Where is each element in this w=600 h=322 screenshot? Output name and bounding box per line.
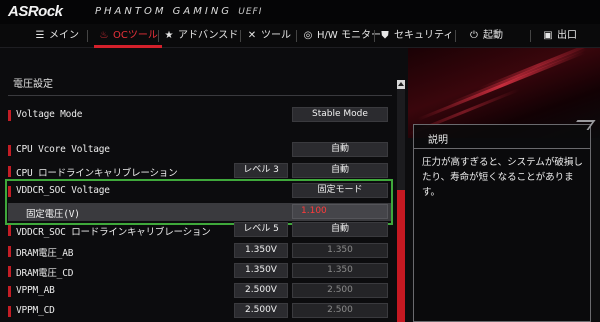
nav-divider <box>455 30 456 42</box>
tab-main[interactable]: ☰ メイン <box>34 24 79 48</box>
setting-row-cpu-vcore[interactable]: CPU Vcore Voltage 自動 <box>8 141 392 159</box>
tab-label: OCツール <box>113 30 158 41</box>
product-name: PHANTOM GAMING UEFI <box>95 6 262 17</box>
tab-label: ツール <box>261 30 291 41</box>
uefi-label: UEFI <box>238 7 263 17</box>
row-marker <box>8 225 11 236</box>
brand-logo: ASRock <box>8 3 63 20</box>
tab-security[interactable]: ⛊ セキュリティ <box>379 24 453 48</box>
shield-icon: ⛊ <box>381 30 389 41</box>
tab-hw-monitor[interactable]: ◎ H/W モニター <box>302 24 381 48</box>
row-marker <box>8 266 11 277</box>
current-value: 1.350V <box>234 243 288 258</box>
setting-row-dram-cd[interactable]: DRAM電圧_CD 1.350V 1.350 <box>8 262 392 280</box>
product-label: PHANTOM GAMING <box>95 6 233 17</box>
row-marker <box>8 166 11 177</box>
setting-row-vppm-cd[interactable]: VPPM_CD 2.500V 2.500 <box>8 302 392 320</box>
monitor-icon: ◎ <box>303 30 313 41</box>
description-header: 説明 <box>414 125 590 149</box>
setting-value[interactable]: 自動 <box>292 142 388 157</box>
setting-row-vddcr-soc-llc[interactable]: VDDCR_SOC ロードラインキャリブレーション レベル 5 自動 <box>8 221 392 239</box>
star-icon: ★ <box>164 30 174 41</box>
current-value: レベル 5 <box>234 222 288 237</box>
tab-boot[interactable]: ⏻ 起動 <box>468 24 503 48</box>
nav-divider <box>87 30 88 42</box>
setting-label: VPPM_AB <box>16 285 55 296</box>
nav-divider <box>374 30 375 42</box>
current-value: レベル 3 <box>234 163 288 178</box>
setting-row-cpu-llc[interactable]: CPU ロードラインキャリブレーション レベル 3 自動 <box>8 162 392 180</box>
setting-value[interactable]: 2.500 <box>292 303 388 318</box>
setting-label: VDDCR_SOC ロードラインキャリブレーション <box>16 227 211 238</box>
tab-oc-tweaker[interactable]: ♨ OCツール <box>94 24 162 48</box>
light-streak <box>417 50 586 121</box>
tab-label: メイン <box>49 30 79 41</box>
tab-label: セキュリティ <box>394 30 454 41</box>
setting-value[interactable]: Stable Mode <box>292 107 388 122</box>
setting-label: Voltage Mode <box>16 109 83 120</box>
setting-value[interactable]: 自動 <box>292 163 388 178</box>
row-marker <box>8 286 11 297</box>
tab-advanced[interactable]: ★ アドバンスド <box>163 24 239 48</box>
setting-value[interactable]: 1.350 <box>292 263 388 278</box>
light-streak <box>447 48 588 106</box>
nav-divider <box>530 30 531 42</box>
setting-value[interactable]: 自動 <box>292 222 388 237</box>
description-panel: 説明 圧力が高すぎると、システムが破損したり、寿命が短くなることがあります。 <box>413 124 591 322</box>
row-marker <box>8 145 11 156</box>
setting-row-vppm-ab[interactable]: VPPM_AB 2.500V 2.500 <box>8 282 392 300</box>
list-icon: ☰ <box>35 30 45 41</box>
current-value: 2.500V <box>234 283 288 298</box>
tab-exit[interactable]: ▣ 出口 <box>542 24 577 48</box>
setting-value[interactable]: 2.500 <box>292 283 388 298</box>
setting-value[interactable]: 1.350 <box>292 243 388 258</box>
description-text: 圧力が高すぎると、システムが破損したり、寿命が短くなることがあります。 <box>422 157 583 198</box>
nav-divider <box>240 30 241 42</box>
tab-label: 起動 <box>483 30 503 41</box>
scrollbar-thumb[interactable] <box>397 190 405 322</box>
exit-icon: ▣ <box>543 30 553 41</box>
tab-tool[interactable]: ✕ ツール <box>246 24 291 48</box>
row-marker <box>8 246 11 257</box>
current-value: 2.500V <box>234 303 288 318</box>
title-bar: ASRock PHANTOM GAMING UEFI <box>0 0 600 24</box>
main-nav: ☰ メイン ♨ OCツール ★ アドバンスド ✕ ツール ◎ H/W モニター ⛊ セキュリ… <box>0 24 600 48</box>
scroll-up-arrow-icon[interactable] <box>397 80 405 89</box>
current-value: 1.350V <box>234 263 288 278</box>
power-icon: ⏻ <box>470 30 478 41</box>
flame-icon: ♨ <box>99 30 109 41</box>
row-marker <box>8 306 11 317</box>
setting-row-dram-ab[interactable]: DRAM電圧_AB 1.350V 1.350 <box>8 242 392 260</box>
highlight-box <box>5 179 393 225</box>
nav-divider <box>158 30 159 42</box>
setting-label: CPU Vcore Voltage <box>16 144 110 155</box>
setting-label: DRAM電圧_AB <box>16 248 74 259</box>
setting-label: CPU ロードラインキャリブレーション <box>16 168 178 179</box>
setting-row-voltage-mode[interactable]: Voltage Mode Stable Mode <box>8 106 392 124</box>
setting-label: VPPM_CD <box>16 305 55 316</box>
row-marker <box>8 110 11 121</box>
setting-label: DRAM電圧_CD <box>16 268 74 279</box>
tab-label: アドバンスド <box>178 30 239 41</box>
tab-label: H/W モニター <box>317 30 381 41</box>
tab-label: 出口 <box>557 30 577 41</box>
section-divider <box>8 95 392 96</box>
description-title: 説明 <box>428 135 448 146</box>
nav-divider <box>296 30 297 42</box>
wrench-icon: ✕ <box>247 30 257 41</box>
section-title: 電圧設定 <box>13 79 53 90</box>
